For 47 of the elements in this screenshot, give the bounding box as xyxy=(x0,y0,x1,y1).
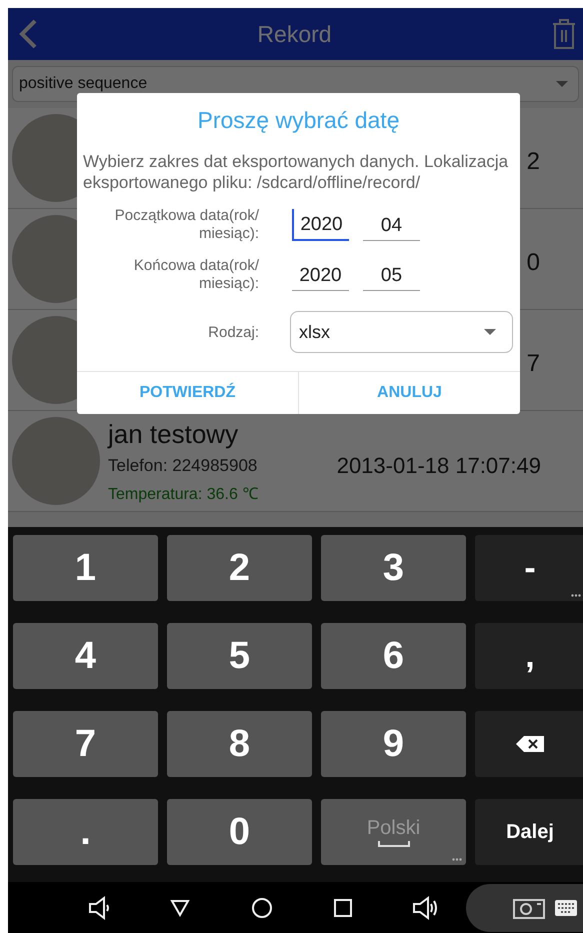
type-dropdown[interactable]: xlsx xyxy=(290,311,513,354)
month-field[interactable]: 05 xyxy=(363,259,420,292)
date-label: Początkowa data(rok/ miesiąc): xyxy=(114,207,259,244)
function-key[interactable]: Dalej xyxy=(475,799,583,865)
phone-number: Telefon: 224985908 xyxy=(108,456,258,476)
number-key[interactable]: 0 xyxy=(167,799,312,865)
number-key[interactable]: 6 xyxy=(321,623,466,689)
number-key[interactable]: 8 xyxy=(167,711,312,777)
dialog-message: Wybierz zakres dat eksportowanych danych. Lokalizacja eksportowanego pliku: /sdcard/offline/record/ xyxy=(83,152,510,194)
back-icon[interactable] xyxy=(18,19,38,49)
recents-square-icon[interactable] xyxy=(334,898,352,916)
record-time: 2013-01-18 17:07:49 xyxy=(336,453,541,479)
space-bar-icon xyxy=(378,840,410,848)
trash-icon[interactable] xyxy=(551,18,577,50)
backspace-key[interactable] xyxy=(475,711,583,777)
camera-icon[interactable] xyxy=(513,896,545,918)
volume-down-icon[interactable] xyxy=(88,896,110,920)
temperature-reading: Temperatura: 36.6 ℃ xyxy=(108,484,258,504)
keyboard-icon[interactable] xyxy=(555,900,577,916)
number-key[interactable]: . xyxy=(13,799,158,865)
volume-up-icon[interactable] xyxy=(412,894,438,920)
back-triangle-icon[interactable] xyxy=(170,898,190,916)
type-label: Rodzaj: xyxy=(207,324,259,341)
backspace-icon xyxy=(516,736,544,752)
record-row[interactable]: jan testowy Telefon: 224985908 Temperatura: 36.6 ℃ 2013-01-18 17:07:49 xyxy=(8,411,583,512)
person-name: jan testowy xyxy=(108,418,238,450)
dropdown-caret-icon xyxy=(556,81,568,87)
record-time: 7 xyxy=(526,350,540,378)
date-label: Końcowa data(rok/ miesiąc): xyxy=(132,257,259,294)
function-key[interactable]: , xyxy=(475,623,583,689)
number-key[interactable]: 5 xyxy=(167,623,312,689)
record-time: 2 xyxy=(526,148,540,176)
dropdown-caret-icon xyxy=(484,329,496,336)
number-key[interactable]: 9 xyxy=(321,711,466,777)
function-key[interactable]: - xyxy=(475,535,583,601)
dialog-title: Proszę wybrać datę xyxy=(196,107,400,134)
record-time: 0 xyxy=(526,249,540,277)
home-circle-icon[interactable] xyxy=(250,896,273,918)
year-field[interactable]: 2020 xyxy=(292,259,349,292)
number-key[interactable]: 3 xyxy=(321,535,466,601)
month-field[interactable]: 04 xyxy=(363,209,420,242)
number-key[interactable]: 4 xyxy=(13,623,158,689)
year-field[interactable]: 2020 xyxy=(292,209,349,242)
number-key[interactable]: 1 xyxy=(13,535,158,601)
number-key[interactable]: 2 xyxy=(167,535,312,601)
app-title: Rekord xyxy=(257,20,332,48)
number-key[interactable]: 7 xyxy=(13,711,158,777)
